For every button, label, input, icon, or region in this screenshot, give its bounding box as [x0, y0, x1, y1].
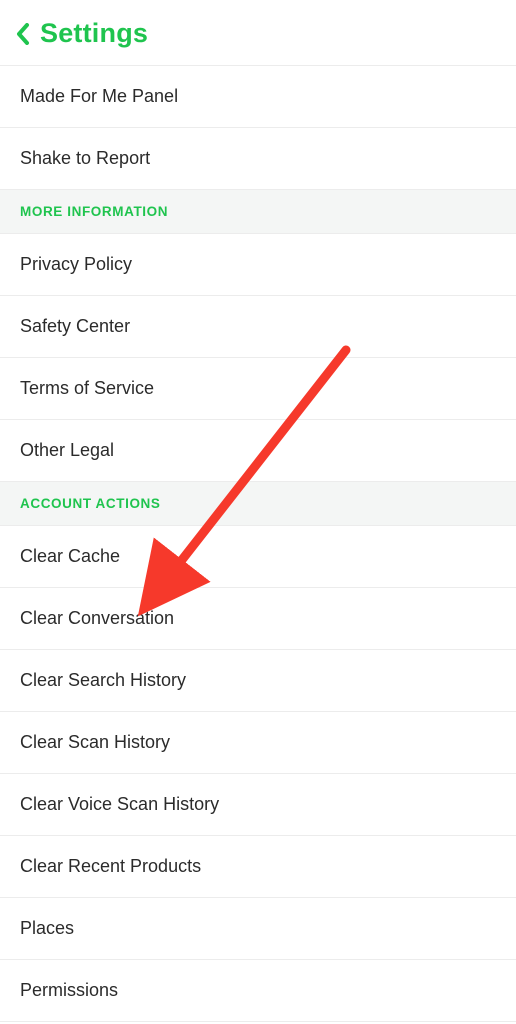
row-label: Terms of Service: [20, 378, 154, 398]
settings-list: Made For Me Panel Shake to Report MORE I…: [0, 65, 516, 1022]
row-label: Clear Recent Products: [20, 856, 201, 876]
row-clear-recent-products[interactable]: Clear Recent Products: [0, 836, 516, 898]
row-label: Clear Search History: [20, 670, 186, 690]
row-permissions[interactable]: Permissions: [0, 960, 516, 1022]
row-label: Made For Me Panel: [20, 86, 178, 106]
settings-header: Settings: [0, 0, 516, 65]
row-label: Privacy Policy: [20, 254, 132, 274]
row-privacy-policy[interactable]: Privacy Policy: [0, 234, 516, 296]
section-account-actions: ACCOUNT ACTIONS: [0, 482, 516, 526]
row-label: Other Legal: [20, 440, 114, 460]
row-clear-conversation[interactable]: Clear Conversation: [0, 588, 516, 650]
row-clear-search-history[interactable]: Clear Search History: [0, 650, 516, 712]
row-clear-scan-history[interactable]: Clear Scan History: [0, 712, 516, 774]
row-label: Permissions: [20, 980, 118, 1000]
row-label: Clear Scan History: [20, 732, 170, 752]
row-places[interactable]: Places: [0, 898, 516, 960]
section-header-label: ACCOUNT ACTIONS: [20, 496, 161, 511]
section-header-label: MORE INFORMATION: [20, 204, 168, 219]
page-title: Settings: [40, 18, 148, 49]
row-clear-voice-scan-history[interactable]: Clear Voice Scan History: [0, 774, 516, 836]
row-clear-cache[interactable]: Clear Cache: [0, 526, 516, 588]
row-terms-of-service[interactable]: Terms of Service: [0, 358, 516, 420]
row-label: Clear Cache: [20, 546, 120, 566]
back-icon[interactable]: [14, 22, 32, 46]
row-made-for-me-panel[interactable]: Made For Me Panel: [0, 65, 516, 128]
row-label: Shake to Report: [20, 148, 150, 168]
row-safety-center[interactable]: Safety Center: [0, 296, 516, 358]
section-more-information: MORE INFORMATION: [0, 190, 516, 234]
row-label: Clear Voice Scan History: [20, 794, 219, 814]
row-label: Clear Conversation: [20, 608, 174, 628]
row-label: Safety Center: [20, 316, 130, 336]
row-shake-to-report[interactable]: Shake to Report: [0, 128, 516, 190]
row-other-legal[interactable]: Other Legal: [0, 420, 516, 482]
row-label: Places: [20, 918, 74, 938]
